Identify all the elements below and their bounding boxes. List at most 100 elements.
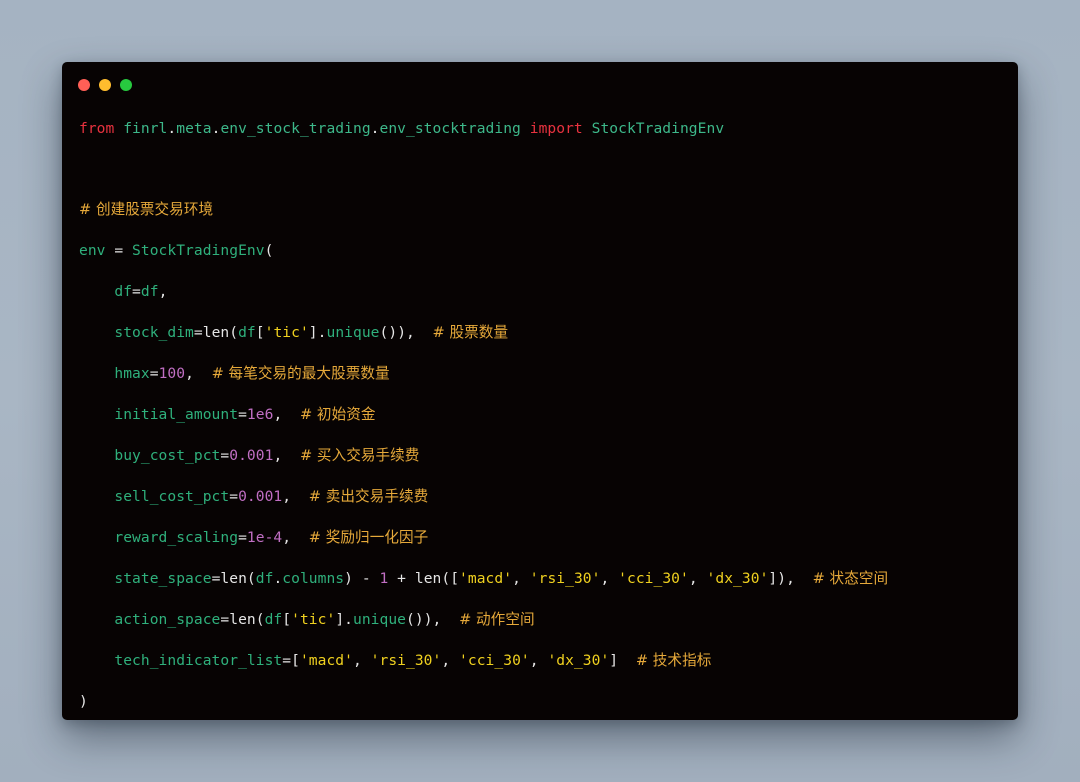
code-line-comment: # 创建股票交易环境 — [79, 198, 213, 222]
code-token: 100 — [158, 365, 186, 382]
code-token: ]. — [335, 611, 353, 628]
code-line-import: from finrl.meta.env_stock_trading.env_st… — [79, 117, 724, 141]
code-token: initial_amount — [114, 406, 239, 423]
code-token: ) - — [344, 570, 380, 587]
code-token: df — [238, 324, 256, 341]
code-token: 'tic' — [264, 324, 309, 341]
code-comment: # 卖出交易手续费 — [308, 488, 429, 505]
code-token: =len( — [193, 324, 239, 341]
code-token: columns — [282, 570, 345, 587]
code-token: ()), — [379, 324, 433, 341]
code-comment: # 动作空间 — [459, 611, 535, 628]
code-token: StockTradingEnv — [132, 242, 265, 259]
code-line-action-space: action_space=len(df['tic'].unique()), # … — [79, 608, 535, 632]
code-token: 'rsi_30' — [529, 570, 601, 587]
code-token: env — [79, 242, 106, 259]
code-comment: # 初始资金 — [299, 406, 376, 423]
code-token: = — [238, 529, 247, 546]
code-line-sell-cost: sell_cost_pct=0.001, # 卖出交易手续费 — [79, 485, 428, 509]
code-token: df — [264, 611, 283, 628]
code-token: . — [370, 120, 380, 137]
code-line-hmax: hmax=100, # 每笔交易的最大股票数量 — [79, 362, 390, 386]
code-token: , — [512, 570, 530, 587]
code-token: = — [229, 488, 239, 505]
code-token: ]), — [768, 570, 813, 587]
code-token: 'rsi_30' — [370, 652, 442, 669]
code-token: action_space — [114, 611, 221, 628]
code-comment: # 买入交易手续费 — [299, 447, 420, 464]
code-token: , — [441, 652, 460, 669]
code-token: , — [273, 447, 300, 464]
code-line-reward-scaling: reward_scaling=1e-4, # 奖励归一化因子 — [79, 526, 428, 550]
code-comment: # 状态空间 — [812, 570, 889, 587]
code-line-tech-indicators: tech_indicator_list=['macd', 'rsi_30', '… — [79, 649, 711, 673]
code-comment: # 股票数量 — [432, 324, 509, 341]
code-token: finrl — [123, 120, 168, 137]
code-token: [ — [255, 324, 265, 341]
code-comment: # 奖励归一化因子 — [308, 529, 429, 546]
code-token: 'dx_30' — [547, 652, 610, 669]
code-comment: # 创建股票交易环境 — [79, 201, 214, 218]
code-token: ( — [264, 242, 274, 259]
code-token: unique — [353, 611, 407, 628]
code-token: . — [167, 120, 177, 137]
code-token: 1e-4 — [246, 529, 283, 546]
code-token: ] — [609, 652, 636, 669]
code-token: stock_dim — [114, 324, 194, 341]
code-token: import — [529, 120, 583, 137]
code-token: env_stocktrading — [379, 120, 521, 137]
code-token: 0.001 — [229, 447, 274, 464]
code-line-state-space: state_space=len(df.columns) - 1 + len(['… — [79, 567, 888, 591]
code-token: = — [132, 283, 141, 300]
code-line-initial-amount: initial_amount=1e6, # 初始资金 — [79, 403, 376, 427]
code-token: =[ — [282, 652, 300, 669]
code-token: = — [105, 242, 133, 259]
code-token: . — [273, 570, 283, 587]
code-token: , — [185, 365, 212, 382]
code-token: unique — [326, 324, 380, 341]
code-token: , — [529, 652, 548, 669]
code-token: , — [600, 570, 619, 587]
code-token: sell_cost_pct — [114, 488, 230, 505]
code-token: ()), — [406, 611, 460, 628]
code-token: , — [273, 406, 300, 423]
code-comment: # 技术指标 — [635, 652, 712, 669]
code-line-stock-dim: stock_dim=len(df['tic'].unique()), # 股票数… — [79, 321, 508, 345]
code-token: tech_indicator_list — [114, 652, 283, 669]
code-token: = — [238, 406, 247, 423]
code-token: , — [282, 529, 309, 546]
code-token: buy_cost_pct — [114, 447, 221, 464]
code-line-close-paren: ) — [79, 690, 88, 714]
code-token: 'dx_30' — [706, 570, 769, 587]
code-line-df: df=df, — [79, 280, 167, 304]
code-token: = — [220, 447, 230, 464]
minimize-button[interactable] — [99, 79, 111, 91]
code-token: 'cci_30' — [618, 570, 689, 587]
code-token: = — [149, 365, 159, 382]
code-token: hmax — [114, 365, 150, 382]
window-controls — [78, 79, 132, 91]
maximize-button[interactable] — [120, 79, 132, 91]
close-button[interactable] — [78, 79, 90, 91]
code-token: , — [688, 570, 707, 587]
code-line-env-open: env = StockTradingEnv( — [79, 239, 273, 263]
code-token: =len( — [220, 611, 265, 628]
code-token: ]. — [308, 324, 327, 341]
code-token: , — [352, 652, 371, 669]
code-token: 'macd' — [459, 570, 513, 587]
code-token: env_stock_trading — [220, 120, 371, 137]
code-token: + len([ — [388, 570, 460, 587]
code-token: StockTradingEnv — [591, 120, 725, 137]
code-token: 'macd' — [299, 652, 353, 669]
